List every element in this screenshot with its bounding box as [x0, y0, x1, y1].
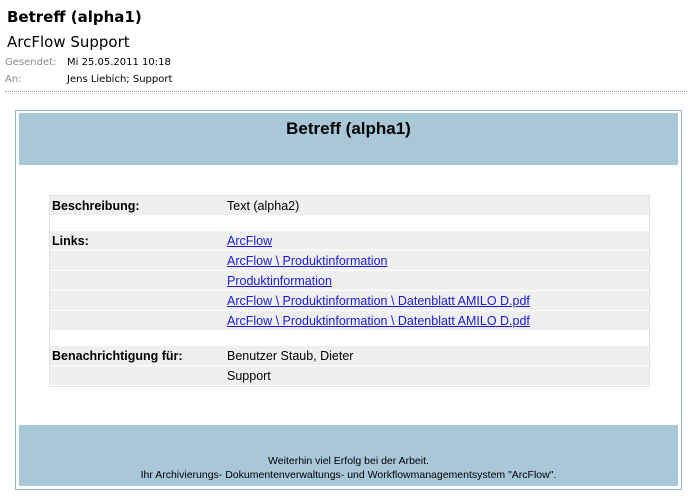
notify-row: Support [50, 366, 649, 386]
link-item: Produktinformation [227, 274, 332, 288]
links-row: ArcFlow \ Produktinformation \ Datenblat… [50, 311, 649, 331]
link-item: ArcFlow [227, 234, 272, 248]
message-subject: Betreff (alpha1) [7, 8, 142, 26]
notify-label: Benachrichtigung für: [52, 349, 183, 363]
message-body: Betreff (alpha1) Beschreibung: Text (alp… [15, 110, 682, 490]
title-banner: Betreff (alpha1) [19, 113, 678, 165]
link-item: ArcFlow \ Produktinformation \ Datenblat… [227, 314, 530, 328]
link-arcflow[interactable]: ArcFlow [227, 234, 272, 248]
links-row: ArcFlow \ Produktinformation \ Datenblat… [50, 291, 649, 311]
footer-banner: Weiterhin viel Erfolg bei der Arbeit. Ih… [19, 425, 678, 486]
link-produktinformation[interactable]: Produktinformation [227, 274, 332, 288]
notify-group: Support [227, 369, 271, 383]
link-arcflow-produktinformation[interactable]: ArcFlow \ Produktinformation [227, 254, 387, 268]
mail-header: Betreff (alpha1) ArcFlow Support Gesende… [0, 0, 689, 92]
description-row: Beschreibung: Text (alpha2) [50, 196, 649, 216]
notify-row: Benachrichtigung für: Benutzer Staub, Di… [50, 346, 649, 366]
banner-title: Betreff (alpha1) [286, 119, 411, 138]
footer-greeting: Weiterhin viel Erfolg bei der Arbeit. [268, 455, 429, 467]
link-datenblatt-2[interactable]: ArcFlow \ Produktinformation \ Datenblat… [227, 314, 530, 328]
links-row: Links: ArcFlow [50, 231, 649, 251]
link-datenblatt-1[interactable]: ArcFlow \ Produktinformation \ Datenblat… [227, 294, 530, 308]
to-label: An: [5, 74, 22, 85]
links-row: ArcFlow \ Produktinformation [50, 251, 649, 271]
link-item: ArcFlow \ Produktinformation [227, 254, 387, 268]
links-label: Links: [52, 234, 89, 248]
links-row: Produktinformation [50, 271, 649, 291]
to-recipients[interactable]: Jens Liebich; Support [67, 74, 172, 85]
details-table: Beschreibung: Text (alpha2) Links: ArcFl… [49, 195, 650, 387]
footer-signature: Ihr Archivierungs- Dokumentenverwaltungs… [140, 469, 557, 481]
notify-user: Benutzer Staub, Dieter [227, 349, 354, 363]
sent-value: Mi 25.05.2011 10:18 [67, 57, 171, 68]
to-row: An: Jens Liebich; Support [5, 74, 172, 86]
header-divider [5, 91, 687, 92]
spacer-row [50, 331, 649, 346]
sent-label: Gesendet: [5, 57, 57, 68]
message-sender[interactable]: ArcFlow Support [7, 33, 130, 51]
sent-row: Gesendet: Mi 25.05.2011 10:18 [5, 57, 171, 69]
spacer-row [50, 216, 649, 231]
link-item: ArcFlow \ Produktinformation \ Datenblat… [227, 294, 530, 308]
description-value: Text (alpha2) [227, 199, 300, 213]
description-label: Beschreibung: [52, 199, 140, 213]
